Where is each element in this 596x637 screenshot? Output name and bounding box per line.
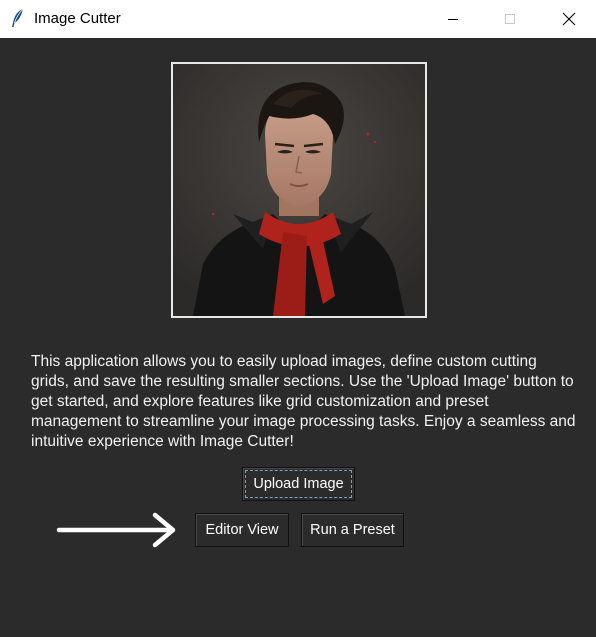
portrait-illustration — [173, 64, 425, 316]
app-description: This application allows you to easily up… — [31, 353, 576, 450]
minimize-button[interactable] — [430, 0, 476, 38]
title-bar: Image Cutter — [0, 0, 596, 38]
minimize-icon — [448, 19, 458, 20]
feather-icon — [12, 8, 24, 27]
window-title: Image Cutter — [34, 10, 121, 27]
maximize-button[interactable] — [487, 0, 533, 38]
maximize-icon — [505, 14, 515, 24]
preview-image — [171, 62, 427, 318]
arrow-right-icon — [56, 512, 176, 548]
editor-view-button[interactable]: Editor View — [195, 513, 289, 547]
close-icon — [562, 12, 576, 26]
close-button[interactable] — [546, 0, 592, 38]
upload-image-button[interactable]: Upload Image — [242, 467, 355, 501]
run-preset-button[interactable]: Run a Preset — [301, 513, 404, 547]
app-window: Image Cutter This application allows you… — [0, 0, 596, 637]
